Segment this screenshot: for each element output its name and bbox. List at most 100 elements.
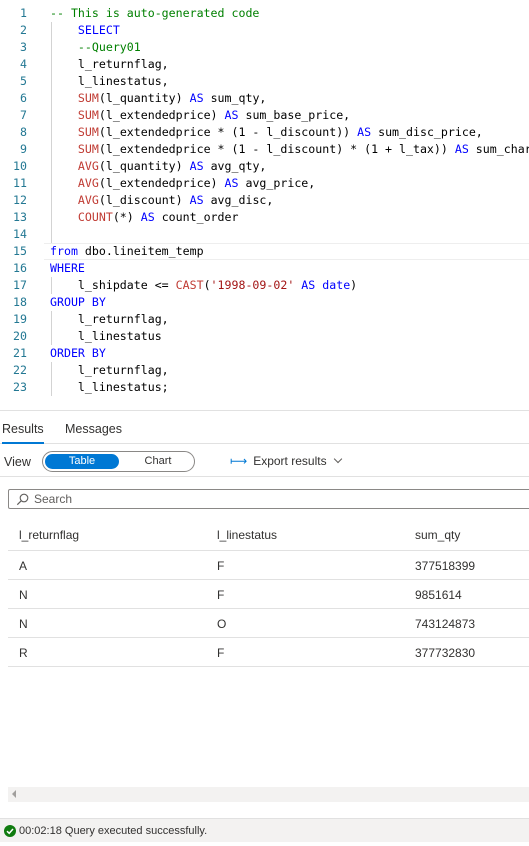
code-line[interactable]: 21 ORDER BY <box>0 345 529 362</box>
line-number: 2 <box>20 23 27 37</box>
code-line[interactable]: 12 AVG(l_discount) AS avg_disc, <box>0 192 529 209</box>
tab-results[interactable]: Results <box>2 422 44 444</box>
code-line[interactable]: 11 AVG(l_extendedprice) AS avg_price, <box>0 175 529 192</box>
line-number: 8 <box>20 125 27 139</box>
table-row[interactable]: N F 9851614 <box>8 580 529 609</box>
code-line[interactable]: 23 l_linestatus; <box>0 379 529 396</box>
code-line[interactable]: 5 l_linestatus, <box>0 73 529 90</box>
code-line[interactable]: 9 SUM(l_extendedprice * (1 - l_discount)… <box>0 141 529 158</box>
code-token: count_order <box>154 210 239 224</box>
code-token: AS <box>454 142 469 156</box>
code-token: (l_discount) <box>98 193 190 207</box>
table-cell: 377732830 <box>415 646 476 660</box>
line-number: 9 <box>20 142 27 156</box>
line-number: 15 <box>13 244 27 258</box>
column-header[interactable]: l_returnflag <box>19 528 79 542</box>
code-text: ORDER BY <box>50 345 106 362</box>
code-line[interactable]: 2 SELECT <box>0 22 529 39</box>
indent-guide <box>51 226 52 243</box>
code-token: AS <box>224 176 239 190</box>
code-token: WHERE <box>50 261 85 275</box>
line-number: 14 <box>13 227 27 241</box>
code-line[interactable]: 6 SUM(l_quantity) AS sum_qty, <box>0 90 529 107</box>
search-icon <box>16 493 29 506</box>
code-token: GROUP BY <box>50 295 106 309</box>
code-line[interactable]: 3 --Query01 <box>0 39 529 56</box>
code-text: SUM(l_quantity) AS sum_qty, <box>50 90 267 107</box>
export-arrow-icon: ⟼ <box>230 454 248 468</box>
code-line[interactable]: 19 l_returnflag, <box>0 311 529 328</box>
code-text: COUNT(*) AS count_order <box>50 209 239 226</box>
search-input[interactable] <box>34 492 334 506</box>
line-number: 22 <box>13 363 27 377</box>
results-grid: l_returnflag l_linestatus sum_qty A F 37… <box>8 518 529 667</box>
code-text: SUM(l_extendedprice * (1 - l_discount) *… <box>50 141 529 158</box>
code-line[interactable]: 17 l_shipdate <= CAST('1998-09-02' AS da… <box>0 277 529 294</box>
column-header[interactable]: l_linestatus <box>217 528 277 542</box>
table-view-button[interactable]: Table <box>45 454 119 469</box>
code-token: AVG <box>77 159 99 173</box>
table-cell: O <box>217 617 227 631</box>
column-header[interactable]: sum_qty <box>415 528 460 542</box>
code-line[interactable]: 15 from dbo.lineitem_temp <box>0 243 529 260</box>
scroll-left-icon[interactable] <box>12 790 16 798</box>
line-number: 21 <box>13 346 27 360</box>
code-token: AVG <box>77 193 99 207</box>
view-toggle[interactable]: Table Chart <box>42 451 195 472</box>
code-line[interactable]: 14 <box>0 226 529 243</box>
table-row[interactable]: A F 377518399 <box>8 551 529 580</box>
code-token: l_linestatus <box>50 329 162 343</box>
results-search-box[interactable] <box>8 489 529 509</box>
code-line[interactable]: 18 GROUP BY <box>0 294 529 311</box>
code-line[interactable]: 22 l_returnflag, <box>0 362 529 379</box>
table-row[interactable]: R F 377732830 <box>8 638 529 667</box>
export-results-button[interactable]: ⟼ Export results <box>230 454 342 468</box>
code-token: l_linestatus, <box>50 74 169 88</box>
table-cell: F <box>217 559 225 573</box>
code-line[interactable]: 10 AVG(l_quantity) AS avg_qty, <box>0 158 529 175</box>
chevron-down-icon <box>333 454 342 464</box>
code-token: ) <box>350 278 358 292</box>
table-cell: 377518399 <box>415 559 476 573</box>
code-text: l_linestatus <box>50 328 162 345</box>
horizontal-scrollbar[interactable] <box>8 787 529 802</box>
sql-editor[interactable]: 1 -- This is auto-generated code 2 SELECT 3… <box>0 0 529 410</box>
code-token: avg_price, <box>238 176 316 190</box>
line-number: 5 <box>20 74 27 88</box>
code-token: SUM <box>77 142 99 156</box>
code-line[interactable]: 1 -- This is auto-generated code <box>0 5 529 22</box>
table-cell: R <box>19 646 28 660</box>
code-line[interactable]: 7 SUM(l_extendedprice) AS sum_base_price… <box>0 107 529 124</box>
code-token: (l_extendedprice) <box>98 108 225 122</box>
results-tabs: Results Messages <box>0 414 529 444</box>
code-text: -- This is auto-generated code <box>50 5 259 22</box>
table-cell: N <box>19 588 28 602</box>
code-text: l_linestatus, <box>50 73 169 90</box>
tab-messages[interactable]: Messages <box>65 422 122 436</box>
grid-header-row: l_returnflag l_linestatus sum_qty <box>8 518 529 551</box>
table-cell: F <box>217 588 225 602</box>
code-line[interactable]: 20 l_linestatus <box>0 328 529 345</box>
code-line[interactable]: 4 l_returnflag, <box>0 56 529 73</box>
code-token: AS <box>357 125 372 139</box>
code-token: AS <box>189 91 204 105</box>
line-number: 23 <box>13 380 27 394</box>
code-token: avg_qty, <box>203 159 267 173</box>
code-token: (l_extendedprice * (1 - l_discount)) <box>98 125 358 139</box>
code-token: '1998-09-02' <box>210 278 295 292</box>
pane-splitter[interactable] <box>0 410 529 411</box>
code-line[interactable]: 8 SUM(l_extendedprice * (1 - l_discount)… <box>0 124 529 141</box>
chart-view-button[interactable]: Chart <box>123 454 193 469</box>
code-line[interactable]: 13 COUNT(*) AS count_order <box>0 209 529 226</box>
code-text: from dbo.lineitem_temp <box>50 243 204 260</box>
code-line[interactable]: 16 WHERE <box>0 260 529 277</box>
line-number: 3 <box>20 40 27 54</box>
code-token: from <box>50 244 78 258</box>
line-number: 13 <box>13 210 27 224</box>
table-row[interactable]: N O 743124873 <box>8 609 529 638</box>
view-toolbar: View Table Chart ⟼ Export results <box>0 447 529 477</box>
code-token: ORDER BY <box>50 346 106 360</box>
